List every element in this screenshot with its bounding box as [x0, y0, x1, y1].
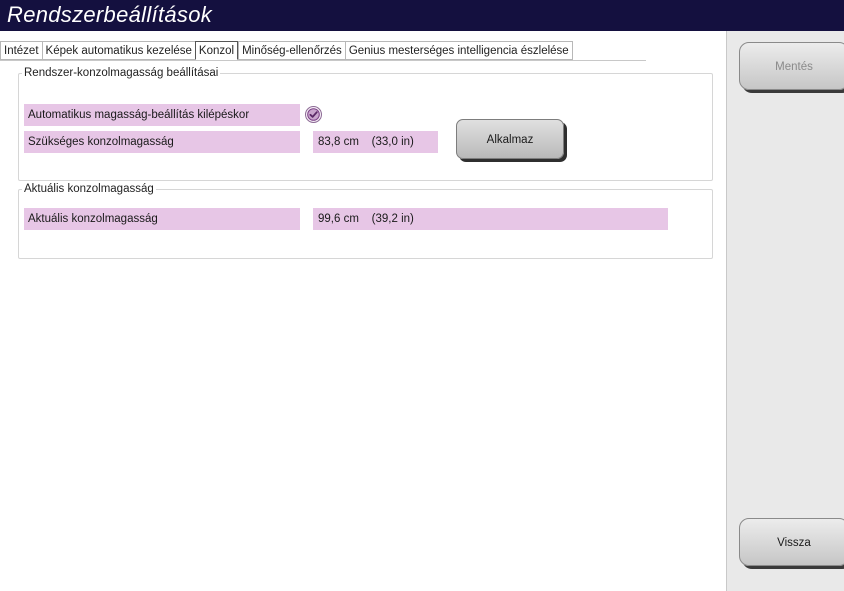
current-height-label: Aktuális konzolmagasság [24, 208, 300, 230]
main-panel: Intézet Képek automatikus kezelése Konzo… [0, 31, 726, 591]
tab-quality-control[interactable]: Minőség-ellenőrzés [238, 41, 345, 60]
tab-bar: Intézet Képek automatikus kezelése Konzo… [0, 41, 573, 60]
current-height-value: 99,6 cm (39,2 in) [313, 208, 668, 230]
back-button[interactable]: Vissza [739, 518, 844, 566]
title-bar: Rendszerbeállítások [0, 0, 844, 31]
tab-auto-image-handling[interactable]: Képek automatikus kezelése [41, 41, 195, 60]
action-sidebar: Mentés Vissza [726, 31, 844, 591]
tab-genius-ai-detection[interactable]: Genius mesterséges intelligencia észlelé… [344, 41, 573, 60]
required-height-label: Szükséges konzolmagasság [24, 131, 300, 153]
tab-divider [0, 60, 646, 61]
window-title: Rendszerbeállítások [7, 2, 213, 27]
auto-height-checkbox[interactable] [305, 106, 322, 123]
required-height-value[interactable]: 83,8 cm (33,0 in) [313, 131, 438, 153]
current-height-legend: Aktuális konzolmagasság [24, 183, 154, 195]
apply-button[interactable]: Alkalmaz [456, 119, 564, 159]
system-height-settings-legend: Rendszer-konzolmagasság beállításai [24, 67, 219, 79]
save-button[interactable]: Mentés [739, 42, 844, 90]
tab-console[interactable]: Konzol [194, 41, 239, 60]
auto-height-label: Automatikus magasság-beállítás kilépésko… [24, 104, 300, 126]
check-circle-icon [307, 108, 320, 121]
tab-institution[interactable]: Intézet [0, 41, 42, 60]
